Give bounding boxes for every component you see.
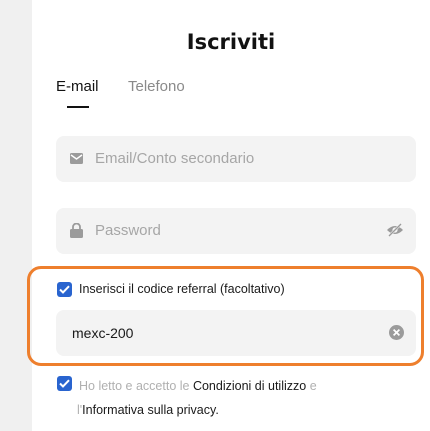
referral-checkbox[interactable] — [57, 282, 72, 297]
terms-text-part4: . — [215, 403, 219, 417]
referral-code-value: mexc-200 — [72, 325, 134, 341]
lock-icon — [70, 222, 83, 243]
referral-code-input[interactable]: mexc-200 — [56, 310, 416, 356]
password-field[interactable]: Password — [56, 208, 416, 254]
eye-off-icon[interactable] — [386, 223, 404, 242]
email-placeholder: Email/Conto secondario — [95, 150, 255, 167]
tab-phone[interactable]: Telefono — [128, 78, 185, 95]
tab-email[interactable]: E-mail — [56, 78, 99, 95]
terms-text: Ho letto e accetto le Condizioni di util… — [77, 374, 379, 417]
password-placeholder: Password — [95, 222, 161, 239]
active-tab-indicator — [67, 106, 89, 108]
terms-of-use-link[interactable]: Condizioni di utilizzo — [193, 379, 306, 393]
checkmark-icon — [59, 285, 70, 294]
page-title: Iscriviti — [186, 30, 276, 54]
referral-checkbox-label[interactable]: Inserisci il codice referral (facoltativ… — [79, 282, 285, 296]
email-field[interactable]: Email/Conto secondario — [56, 136, 416, 182]
terms-text-part1: Ho letto e accetto le — [79, 379, 193, 393]
terms-checkbox[interactable] — [57, 376, 72, 391]
clear-icon[interactable] — [389, 325, 404, 345]
checkmark-icon — [59, 379, 70, 388]
terms-text-part2: e — [306, 379, 317, 393]
mail-icon — [70, 151, 83, 169]
privacy-policy-link[interactable]: Informativa sulla privacy — [82, 403, 215, 417]
